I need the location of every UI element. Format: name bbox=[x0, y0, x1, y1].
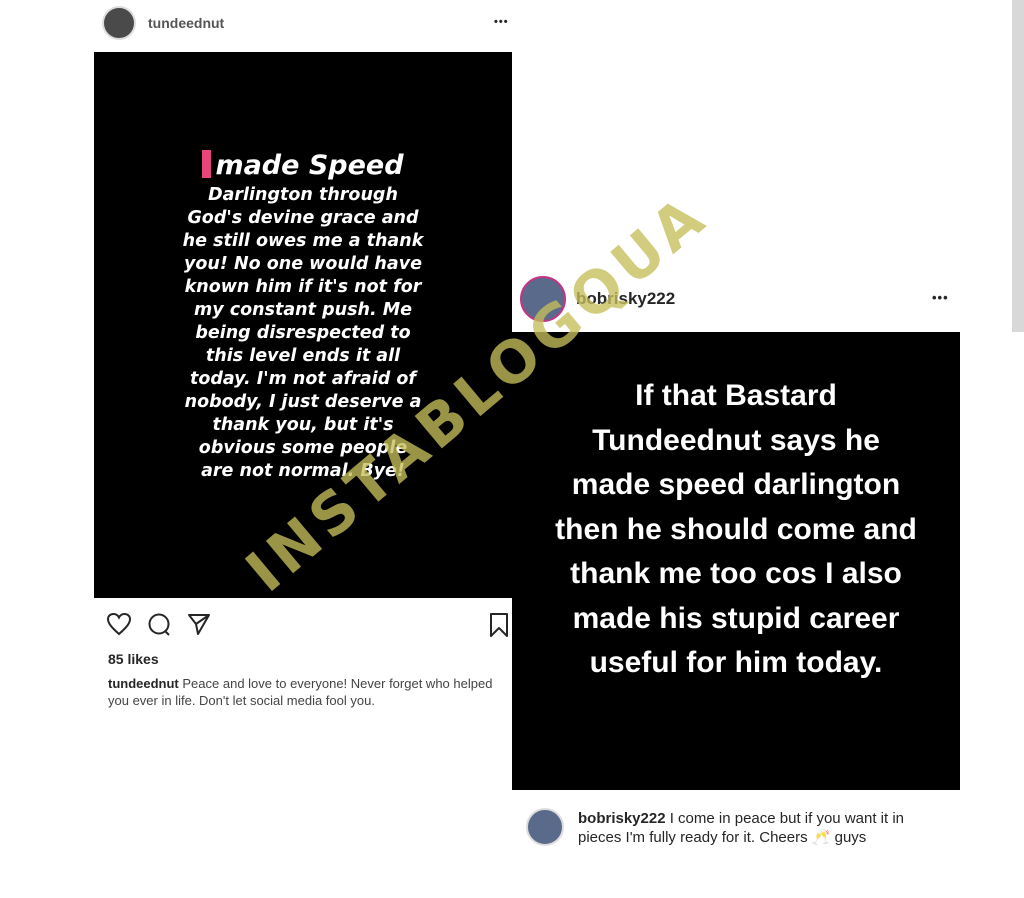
likes-count[interactable]: 85 likes bbox=[108, 651, 159, 667]
story-line: my constant push. Me bbox=[194, 300, 412, 320]
heart-icon[interactable] bbox=[106, 612, 132, 636]
post-username[interactable]: bobrisky222 bbox=[576, 289, 675, 309]
post-caption: tundeednut Peace and love to everyone! N… bbox=[108, 675, 508, 709]
story-line: nobody, I just deserve a bbox=[184, 392, 422, 412]
story-line: you! No one would have bbox=[184, 254, 422, 274]
story-line: useful for him today. bbox=[589, 646, 883, 679]
tundeednut-post: tundeednut ••• made Speed Darlington thr… bbox=[92, 0, 512, 712]
avatar[interactable] bbox=[102, 6, 136, 40]
story-line: then he should come and bbox=[555, 512, 917, 546]
avatar[interactable] bbox=[520, 276, 566, 322]
story-line: this level ends it all bbox=[205, 346, 401, 366]
story-line: he still owes me a thank bbox=[182, 231, 424, 251]
bobrisky-post: bobrisky222 ••• If that Bastard Tundeedn… bbox=[512, 268, 960, 873]
screenshot-edge bbox=[1012, 0, 1024, 332]
caption-username[interactable]: bobrisky222 bbox=[578, 810, 666, 827]
story-line: known him if it's not for bbox=[184, 277, 422, 297]
story-line: Tundeednut says he bbox=[592, 423, 880, 457]
story-line: thank you, but it's bbox=[212, 415, 394, 435]
story-line: made his stupid career bbox=[572, 601, 900, 635]
bookmark-icon[interactable] bbox=[488, 612, 510, 638]
story-line: today. I'm not afraid of bbox=[190, 369, 416, 389]
story-line: obvious some people bbox=[198, 438, 408, 458]
story-image: made Speed Darlington through God's devi… bbox=[94, 52, 512, 598]
post-header: tundeednut bbox=[102, 6, 224, 40]
text-cursor bbox=[202, 150, 212, 178]
more-options-icon[interactable]: ••• bbox=[932, 290, 949, 305]
story-line: thank me too cos I also bbox=[570, 557, 902, 590]
story-line: are not normal. Bye! bbox=[201, 461, 405, 481]
comment-icon[interactable] bbox=[146, 612, 172, 636]
caption-username[interactable]: tundeednut bbox=[108, 676, 179, 691]
share-icon[interactable] bbox=[186, 612, 212, 636]
story-image: If that Bastard Tundeednut says he made … bbox=[512, 332, 960, 790]
story-first-line: made Speed bbox=[202, 148, 404, 184]
story-line: Darlington through bbox=[208, 185, 398, 205]
post-header: bobrisky222 bbox=[520, 276, 675, 322]
story-text: made Speed Darlington through God's devi… bbox=[94, 148, 512, 483]
story-line: God's devine grace and bbox=[187, 208, 419, 228]
caption-avatar[interactable] bbox=[526, 808, 564, 846]
story-first-line-text: made Speed bbox=[215, 150, 404, 181]
story-line: If that Bastard bbox=[635, 379, 837, 412]
more-options-icon[interactable]: ••• bbox=[494, 16, 509, 28]
post-actions bbox=[106, 612, 212, 636]
story-text: If that Bastard Tundeednut says he made … bbox=[512, 374, 960, 686]
post-caption: bobrisky222 I come in peace but if you w… bbox=[578, 809, 948, 847]
story-line: made speed darlington bbox=[571, 468, 901, 501]
story-line: being disrespected to bbox=[195, 323, 411, 343]
post-username[interactable]: tundeednut bbox=[148, 15, 224, 31]
